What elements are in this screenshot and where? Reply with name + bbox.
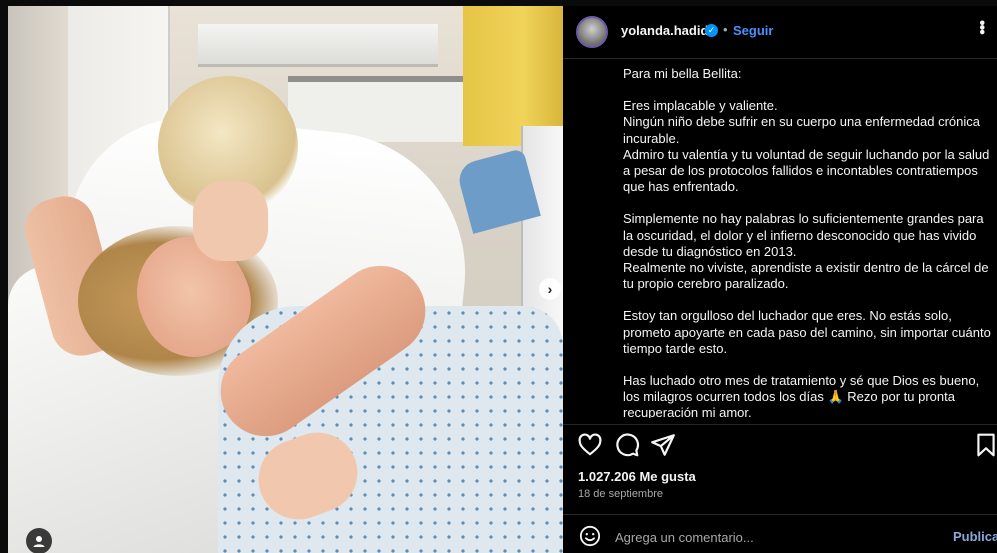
post-header: yolanda.hadid ✓ • Seguir ••• (563, 6, 997, 58)
bookmark-icon[interactable] (973, 432, 997, 458)
post-sidebar: yolanda.hadid ✓ • Seguir ••• Para mi bel… (563, 6, 997, 553)
instagram-post-modal: › yolanda.hadid ✓ • Seguir ••• Para mi b… (0, 0, 997, 553)
follow-button[interactable]: Seguir (733, 23, 773, 38)
comment-divider (563, 514, 997, 515)
post-caption: Para mi bella Bellita: Eres implacable y… (623, 66, 993, 418)
photo-mother-face (193, 181, 268, 261)
header-divider (563, 58, 997, 59)
photo-bg-curtain (463, 6, 563, 146)
chevron-right-icon: › (547, 281, 553, 297)
avatar[interactable] (576, 16, 608, 48)
comment-composer: Publicar (563, 520, 997, 553)
verified-badge-icon: ✓ (705, 24, 718, 37)
next-photo-button[interactable]: › (539, 278, 561, 300)
separator-dot: • (723, 22, 728, 37)
comment-bubble-icon[interactable] (614, 432, 640, 458)
heart-icon[interactable] (577, 432, 603, 458)
publish-button[interactable]: Publicar (953, 529, 997, 544)
user-tag-icon (33, 536, 45, 547)
username-link[interactable]: yolanda.hadid (621, 23, 708, 38)
paper-plane-icon[interactable] (650, 432, 676, 458)
caption-paragraph: Eres implacable y valiente. Ningún niño … (623, 98, 990, 195)
tagged-users-button[interactable] (26, 528, 52, 553)
caption-paragraph: Simplemente no hay palabras lo suficient… (623, 211, 989, 292)
comment-input[interactable] (613, 526, 917, 548)
post-date[interactable]: 18 de septiembre (578, 488, 663, 500)
post-actions (577, 432, 997, 458)
photo-bg-shelf (198, 24, 438, 67)
actions-divider (563, 424, 997, 425)
caption-paragraph: Has luchado otro mes de tratamiento y sé… (623, 373, 980, 418)
caption-paragraph: Para mi bella Bellita: (623, 66, 742, 81)
likes-count[interactable]: 1.027.206 Me gusta (578, 469, 696, 484)
caption-paragraph: Estoy tan orgulloso del luchador que ere… (623, 308, 991, 356)
post-photo: › (8, 6, 563, 553)
more-options-icon[interactable]: ••• (973, 20, 990, 34)
emoji-smile-icon[interactable] (579, 525, 601, 547)
